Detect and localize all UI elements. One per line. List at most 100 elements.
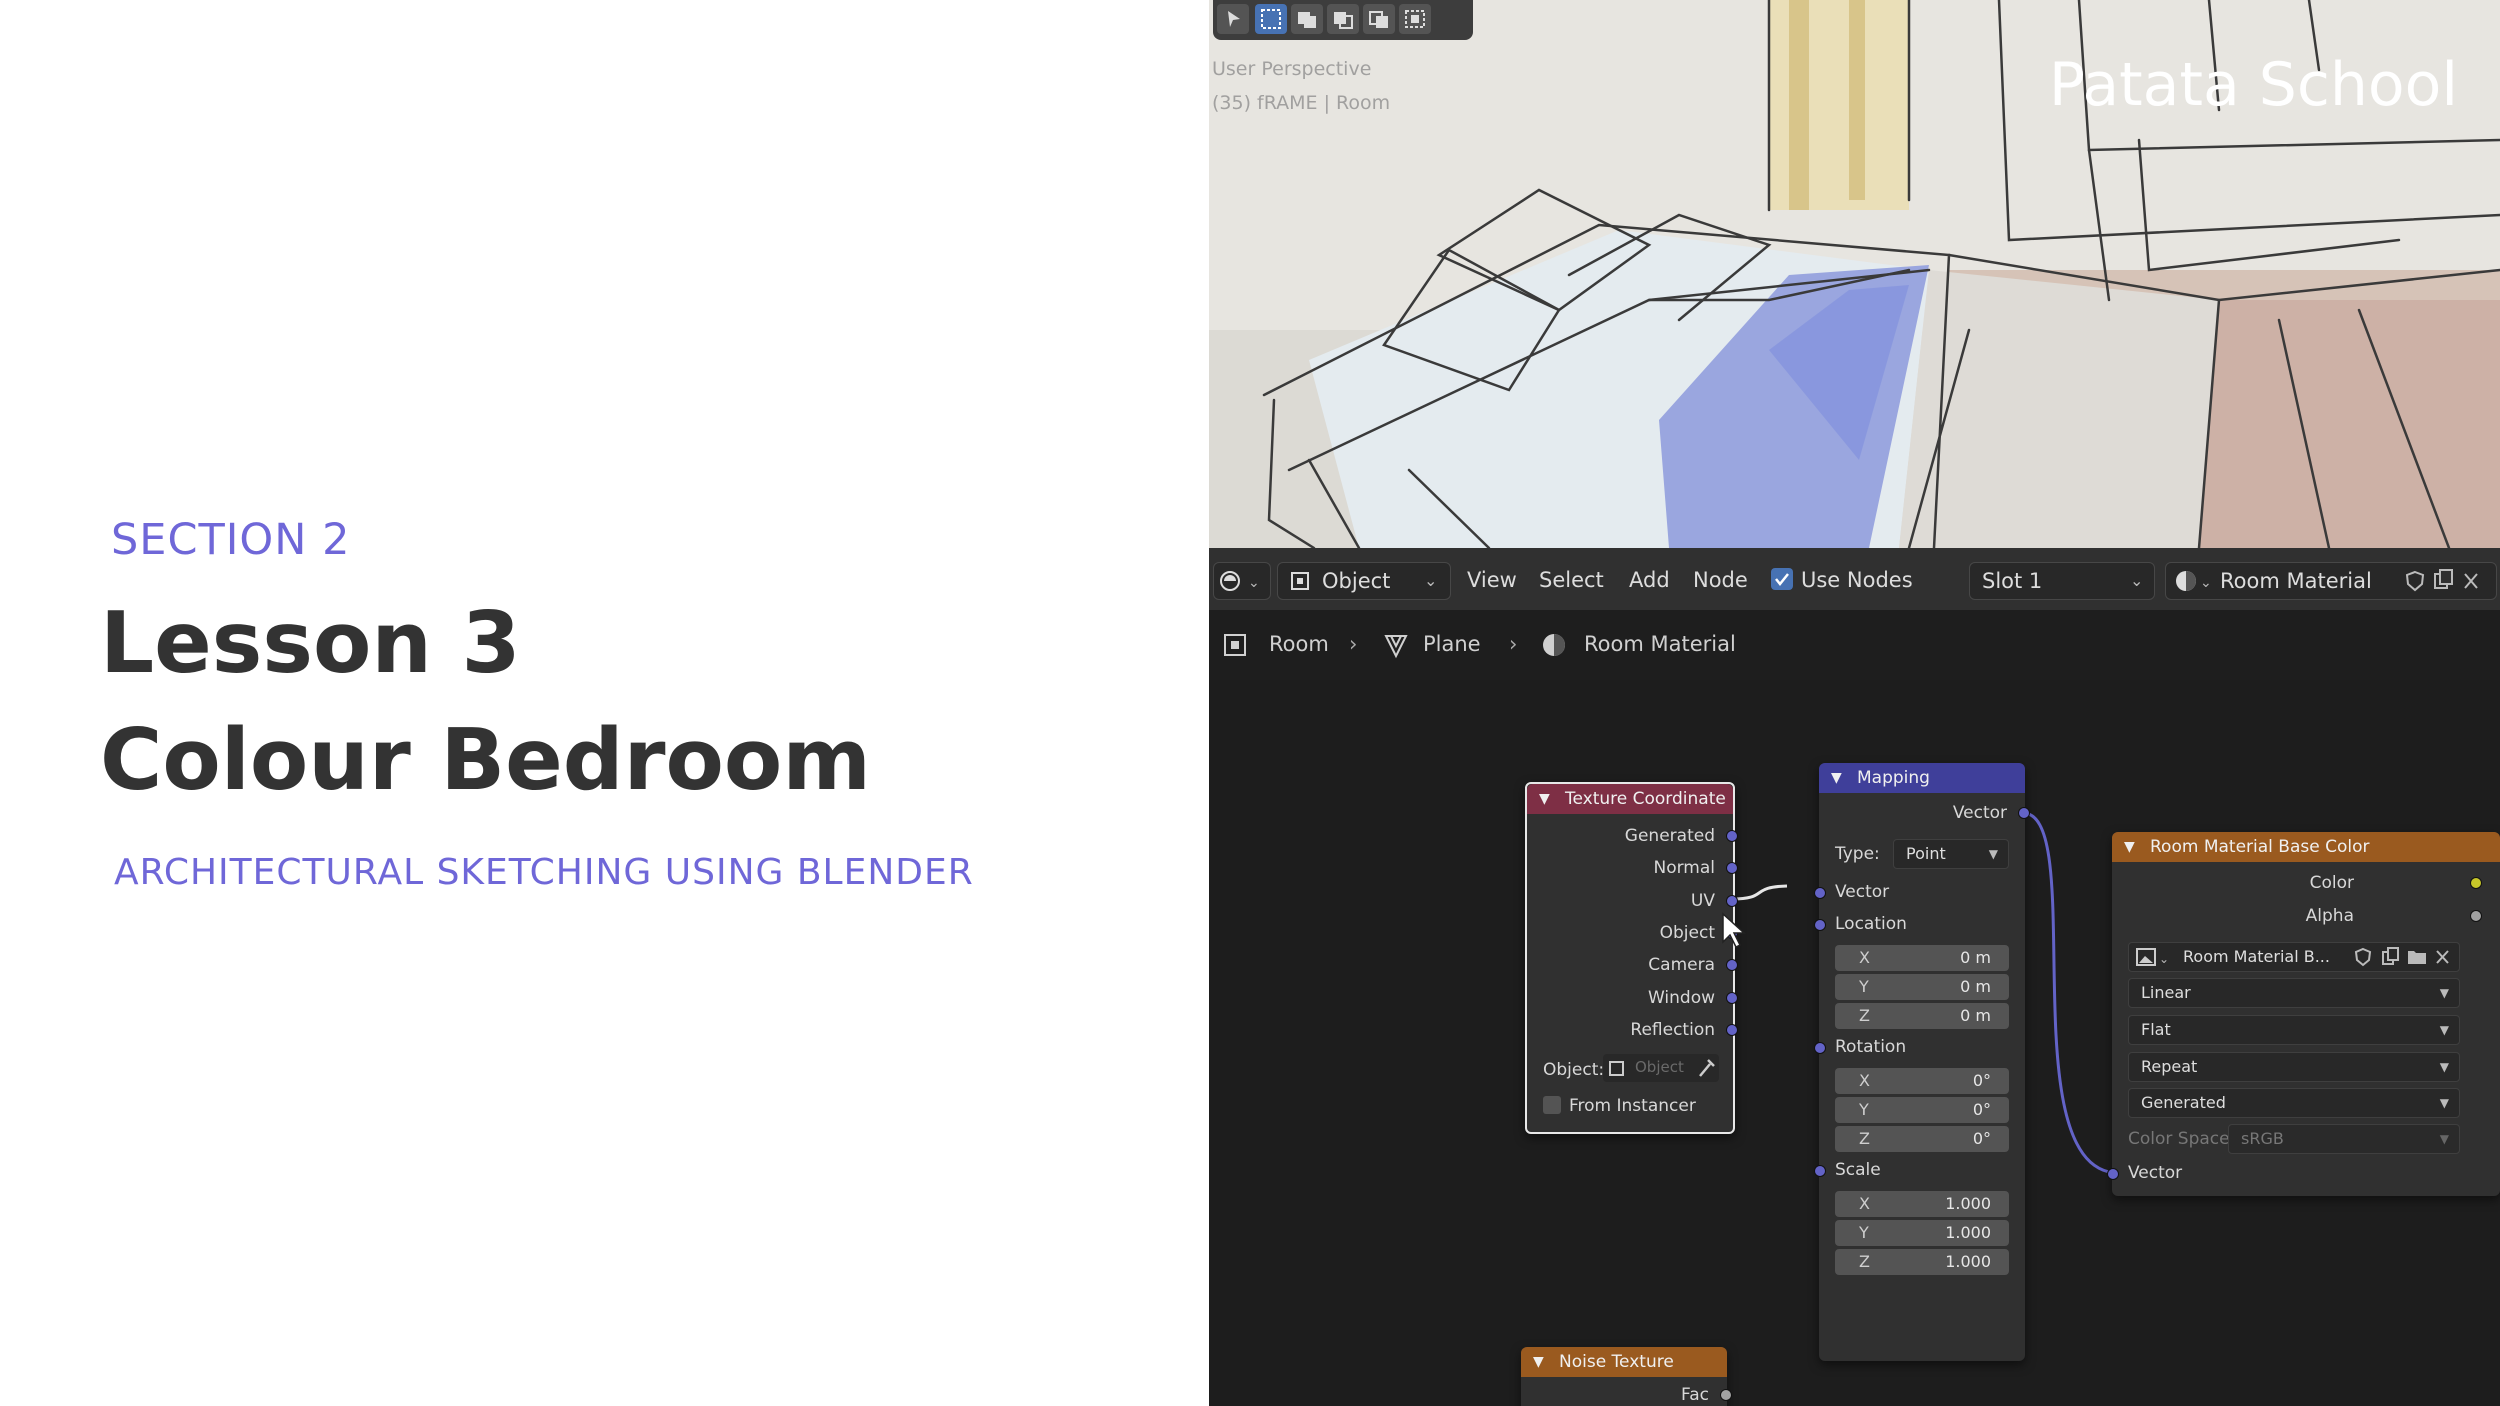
location-x-field[interactable]: X0 m	[1835, 945, 2009, 971]
lesson-title: Lesson 3 Colour Bedroom	[100, 585, 871, 819]
chevron-right-icon: ›	[1349, 632, 1358, 656]
cursor-tool-icon[interactable]	[1217, 4, 1249, 34]
location-label: Location	[1835, 914, 1907, 934]
type-label: Type:	[1835, 844, 1880, 864]
socket-uv[interactable]	[1726, 895, 1738, 907]
open-folder-icon[interactable]	[2405, 943, 2429, 971]
node-editor-header: ⌄ Object ⌄ View Select Add Node Use Node…	[1209, 548, 2500, 610]
node-title: Mapping	[1857, 768, 1930, 788]
object-picker-field[interactable]: Object	[1603, 1054, 1719, 1082]
type-value: Point	[1906, 844, 1946, 863]
shader-node-editor[interactable]: ▼ Texture Coordinate Generated Normal UV…	[1209, 680, 2500, 1406]
scale-y-field[interactable]: Y 1.000	[1835, 1220, 2009, 1246]
collapse-chevron-icon[interactable]: ▼	[1831, 763, 1842, 793]
output-uv: UV	[1690, 891, 1715, 911]
material-browse-icon[interactable]: ⌄	[2170, 563, 2214, 599]
socket-reflection[interactable]	[1726, 1024, 1738, 1036]
image-datablock[interactable]: ⌄ Room Material B...	[2128, 942, 2460, 972]
use-nodes-label: Use Nodes	[1801, 568, 1913, 592]
color-space-dropdown[interactable]: sRGB ▼	[2228, 1124, 2460, 1154]
node-header[interactable]: ▼ Texture Coordinate	[1527, 784, 1733, 814]
rotation-y-field[interactable]: Y 0°	[1835, 1097, 2009, 1123]
object-mode-dropdown[interactable]: Object ⌄	[1277, 562, 1451, 600]
use-nodes-checkbox[interactable]	[1771, 568, 1793, 590]
3d-viewport[interactable]: User Perspective (35) fRAME | Room Patat…	[1209, 0, 2500, 548]
rotation-z-field[interactable]: Z 0°	[1835, 1126, 2009, 1152]
output-camera: Camera	[1648, 955, 1715, 975]
socket-output-alpha[interactable]	[2470, 910, 2482, 922]
noise-texture-node[interactable]: ▼ Noise Texture Fac	[1521, 1347, 1732, 1406]
duplicate-material-icon[interactable]	[2430, 563, 2456, 599]
mapping-node[interactable]: ▼ Mapping Vector Type: Point ▼ Vector Lo…	[1814, 763, 2030, 1361]
select-box-extend-icon[interactable]	[1291, 4, 1323, 34]
socket-location[interactable]	[1814, 919, 1826, 931]
chevron-down-icon: ⌄	[2130, 571, 2144, 590]
scale-z-field[interactable]: Z 1.000	[1835, 1249, 2009, 1275]
socket-scale[interactable]	[1814, 1165, 1826, 1177]
object-icon	[1609, 1061, 1624, 1076]
from-instancer-checkbox[interactable]	[1543, 1096, 1561, 1114]
node-header[interactable]: ▼ Noise Texture	[1521, 1347, 1727, 1377]
menu-add[interactable]: Add	[1629, 564, 1670, 596]
socket-normal[interactable]	[1726, 862, 1738, 874]
viewport-frame-label: (35) fRAME | Room	[1212, 92, 1391, 114]
output-vector: Vector	[1952, 803, 2007, 823]
image-browse-icon[interactable]: ⌄	[2133, 943, 2177, 971]
select-box-invert-icon[interactable]	[1363, 4, 1395, 34]
socket-rotation[interactable]	[1814, 1042, 1826, 1054]
scale-x-field[interactable]: X 1.000	[1835, 1191, 2009, 1217]
socket-generated[interactable]	[1726, 830, 1738, 842]
socket-camera[interactable]	[1726, 959, 1738, 971]
watermark-logo-text: Patata School	[2048, 50, 2458, 120]
collapse-chevron-icon[interactable]: ▼	[2124, 832, 2135, 862]
chevron-down-icon: ▼	[2439, 1132, 2449, 1146]
lesson-number: Lesson 3	[100, 594, 521, 693]
menu-node[interactable]: Node	[1693, 564, 1748, 596]
collapse-chevron-icon[interactable]: ▼	[1533, 1347, 1544, 1377]
object-placeholder: Object	[1635, 1058, 1684, 1076]
type-dropdown[interactable]: Point ▼	[1893, 839, 2009, 869]
projection-dropdown[interactable]: Flat ▼	[2128, 1015, 2460, 1045]
socket-output-color[interactable]	[2470, 877, 2482, 889]
socket-fac[interactable]	[1720, 1389, 1732, 1401]
texture-coordinate-node[interactable]: ▼ Texture Coordinate Generated Normal UV…	[1525, 782, 1738, 1134]
material-slot-dropdown[interactable]: Slot 1 ⌄	[1969, 562, 2155, 600]
collapse-chevron-icon[interactable]: ▼	[1539, 784, 1550, 814]
fake-user-shield-icon[interactable]	[2402, 563, 2428, 599]
material-datablock[interactable]: ⌄ Room Material	[2165, 562, 2497, 600]
socket-output-vector[interactable]	[2018, 807, 2030, 819]
socket-window[interactable]	[1726, 992, 1738, 1004]
socket-input-vector[interactable]	[1814, 887, 1826, 899]
chevron-down-icon: ▼	[1988, 847, 1998, 861]
node-header[interactable]: ▼ Mapping	[1819, 763, 2025, 793]
location-z-field[interactable]: Z0 m	[1835, 1003, 2009, 1029]
location-y-field[interactable]: Y0 m	[1835, 974, 2009, 1000]
eyedropper-icon[interactable]	[1695, 1054, 1717, 1082]
fake-user-shield-icon[interactable]	[2351, 943, 2375, 971]
chevron-right-icon: ›	[1509, 632, 1518, 656]
interpolation-dropdown[interactable]: Linear ▼	[2128, 978, 2460, 1008]
image-texture-node[interactable]: ▼ Room Material Base Color Color Alpha ⌄…	[2107, 832, 2500, 1196]
output-generated: Generated	[1624, 826, 1715, 846]
source-dropdown[interactable]: Generated ▼	[2128, 1088, 2460, 1118]
extension-dropdown[interactable]: Repeat ▼	[2128, 1052, 2460, 1082]
rotation-x-field[interactable]: X 0°	[1835, 1068, 2009, 1094]
node-title: Noise Texture	[1559, 1352, 1674, 1372]
menu-view[interactable]: View	[1467, 564, 1517, 596]
select-box-intersect-icon[interactable]	[1399, 4, 1431, 34]
image-name: Room Material B...	[2183, 947, 2330, 966]
link-mapping-to-image	[2022, 811, 2120, 1175]
editor-type-dropdown[interactable]: ⌄	[1213, 562, 1271, 600]
menu-select[interactable]: Select	[1539, 564, 1604, 596]
node-header[interactable]: ▼ Room Material Base Color	[2112, 832, 2500, 862]
duplicate-image-icon[interactable]	[2379, 943, 2403, 971]
svg-text:⌄: ⌄	[2159, 952, 2169, 966]
output-fac: Fac	[1681, 1385, 1709, 1405]
select-box-new-icon[interactable]	[1255, 4, 1287, 34]
unlink-close-icon[interactable]	[2458, 563, 2484, 599]
socket-input-vector[interactable]	[2107, 1168, 2119, 1180]
chevron-down-icon: ▼	[2439, 1023, 2449, 1037]
unlink-close-icon[interactable]	[2431, 943, 2455, 971]
select-box-subtract-icon[interactable]	[1327, 4, 1359, 34]
chevron-down-icon: ▼	[2439, 1096, 2449, 1110]
